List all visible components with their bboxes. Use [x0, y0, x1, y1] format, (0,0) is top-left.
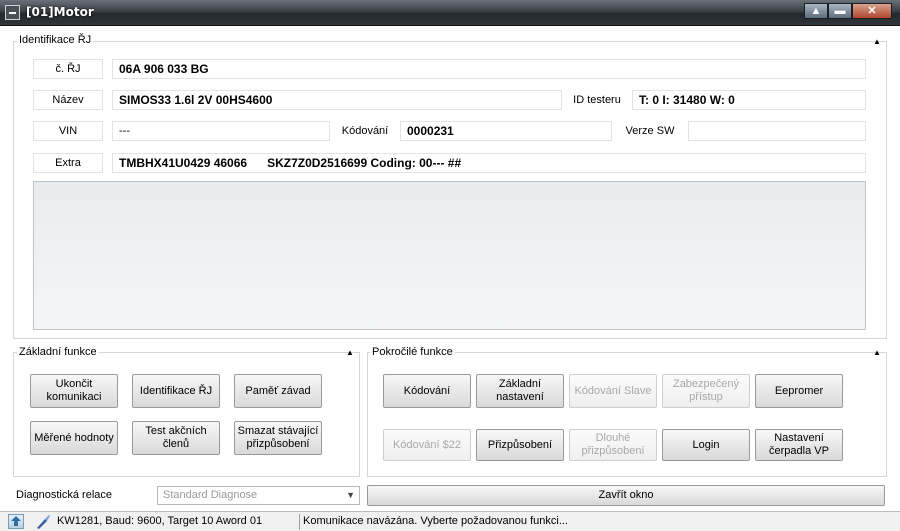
nazev-value: SIMOS33 1.6l 2V 00HS4600	[112, 90, 562, 110]
info-panel	[33, 181, 866, 330]
vin-label: VIN	[33, 121, 103, 141]
dlouhe-prizpusobeni-button[interactable]: Dlouhé přizpůsobení	[569, 429, 657, 461]
upload-icon[interactable]	[8, 514, 24, 529]
kodovani-22-button[interactable]: Kódování $22	[383, 429, 471, 461]
identification-collapse-icon[interactable]: ▲	[873, 37, 881, 46]
extra-label: Extra	[33, 153, 103, 173]
pamet-zavad-button[interactable]: Paměť závad	[234, 374, 322, 408]
connection-status: KW1281, Baud: 9600, Target 10 Aword 01	[57, 515, 263, 527]
nazev-label: Název	[33, 90, 103, 110]
smazat-prizpusobeni-button[interactable]: Smazat stávající přizpůsobení	[234, 421, 322, 455]
kodovani-slave-button[interactable]: Kódování Slave	[569, 374, 657, 408]
zabezpeceny-pristup-button[interactable]: Zabezpečený přístup	[662, 374, 750, 408]
session-select[interactable]: Standard Diagnose ▼	[157, 486, 360, 505]
cislo-rj-label: č. ŘJ	[33, 59, 103, 79]
id-testeru-label: ID testeru	[562, 90, 632, 110]
kodovani-value: 0000231	[400, 121, 612, 141]
status-message: Komunikace navázána. Vyberte požadovanou…	[303, 515, 568, 527]
ukoncit-komunikaci-button[interactable]: Ukončit komunikaci	[30, 374, 118, 408]
minimize-button[interactable]: ▲	[804, 3, 828, 19]
close-window-button[interactable]: ✕	[852, 3, 892, 19]
window-title: [01]Motor	[26, 5, 94, 19]
vin-value: ---	[112, 121, 330, 141]
basic-collapse-icon[interactable]: ▲	[346, 348, 354, 357]
extra-value: TMBHX41U0429 46066 SKZ7Z0D2516699 Coding…	[112, 153, 866, 173]
basic-functions-group	[13, 352, 360, 477]
id-testeru-value: T: 0 I: 31480 W: 0	[632, 90, 866, 110]
cislo-rj-value: 06A 906 033 BG	[112, 59, 866, 79]
zakladni-nastaveni-button[interactable]: Základní nastavení	[476, 374, 564, 408]
login-button[interactable]: Login	[662, 429, 750, 461]
advanced-functions-label: Pokročilé funkce	[370, 346, 455, 358]
chevron-down-icon[interactable]: ▼	[346, 487, 355, 504]
verze-sw-value	[688, 121, 866, 141]
title-bar[interactable]: [01]Motor ▲ ▬ ✕	[0, 0, 900, 26]
zavrit-okno-button[interactable]: Zavřít okno	[367, 485, 885, 506]
identifikace-rj-button[interactable]: Identifikace ŘJ	[132, 374, 220, 408]
nastaveni-cerpadla-button[interactable]: Nastavení čerpadla VP	[755, 429, 843, 461]
restore-button[interactable]: ▬	[828, 3, 852, 19]
merene-hodnoty-button[interactable]: Měřené hodnoty	[30, 421, 118, 455]
kodovani-button[interactable]: Kódování	[383, 374, 471, 408]
test-akcnich-clenu-button[interactable]: Test akčních členů	[132, 421, 220, 455]
system-menu-icon[interactable]	[5, 5, 20, 20]
identification-group-label: Identifikace ŘJ	[17, 34, 94, 46]
session-select-value: Standard Diagnose	[163, 489, 258, 501]
advanced-collapse-icon[interactable]: ▲	[873, 348, 881, 357]
status-bar: KW1281, Baud: 9600, Target 10 Aword 01 K…	[0, 511, 900, 531]
verze-sw-label: Verze SW	[612, 121, 688, 141]
kodovani-label: Kódování	[330, 121, 400, 141]
eepromer-button[interactable]: Eepromer	[755, 374, 843, 408]
session-label: Diagnostická relace	[16, 489, 112, 501]
prizpusobeni-button[interactable]: Přizpůsobení	[476, 429, 564, 461]
status-divider	[299, 514, 300, 530]
plug-icon	[35, 514, 51, 530]
basic-functions-label: Základní funkce	[17, 346, 99, 358]
